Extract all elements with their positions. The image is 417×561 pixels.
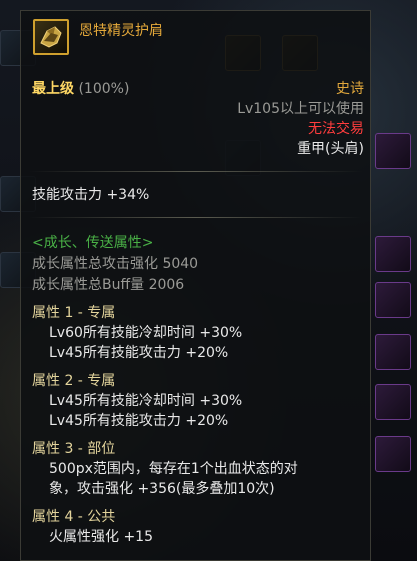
attr1-line1: Lv60所有技能冷却时间 +30% bbox=[49, 325, 243, 341]
inventory-slot[interactable] bbox=[375, 384, 411, 420]
grade-percent: (100%) bbox=[78, 81, 130, 97]
item-rarity: 史诗 bbox=[336, 81, 364, 97]
inventory-slot[interactable] bbox=[375, 133, 411, 169]
level-requirement: Lv105以上可以使用 bbox=[237, 101, 364, 117]
attr1-title: 属性 1 - 专属 bbox=[32, 305, 116, 321]
attr3-title: 属性 3 - 部位 bbox=[32, 441, 116, 457]
growth-title: <成长、传送属性> bbox=[32, 235, 154, 251]
attr1-line2: Lv45所有技能攻击力 +20% bbox=[49, 345, 229, 361]
inventory-slot[interactable] bbox=[375, 236, 411, 272]
growth-attack: 成长属性总攻击强化 5040 bbox=[32, 256, 199, 272]
inventory-slot[interactable] bbox=[375, 436, 411, 472]
inventory-slot[interactable] bbox=[375, 282, 411, 318]
attr3-line2: 象，攻击强化 +356(最多叠加10次) bbox=[49, 481, 275, 497]
attr2-line1: Lv45所有技能冷却时间 +30% bbox=[49, 393, 243, 409]
attr2-title: 属性 2 - 专属 bbox=[32, 373, 116, 389]
divider bbox=[29, 217, 362, 218]
item-tooltip: 恩特精灵护肩 最上级 (100%) 史诗 Lv105以上可以使用 无法交易 重甲… bbox=[20, 10, 371, 561]
attr3-line1: 500px范围内，每存在1个出血状态的对 bbox=[49, 461, 298, 477]
inventory-slot[interactable] bbox=[375, 334, 411, 370]
item-type: 重甲(头肩) bbox=[297, 141, 364, 157]
item-name: 恩特精灵护肩 bbox=[79, 23, 163, 39]
grade-label: 最上级 bbox=[32, 81, 74, 97]
attr4-title: 属性 4 - 公共 bbox=[32, 509, 116, 525]
growth-buff: 成长属性总Buff量 2006 bbox=[32, 277, 185, 293]
divider bbox=[29, 171, 362, 172]
item-grade: 最上级 (100%) bbox=[32, 79, 129, 99]
attr2-line2: Lv45所有技能攻击力 +20% bbox=[49, 413, 229, 429]
shoulder-armor-icon bbox=[33, 19, 69, 55]
attr4-line1: 火属性强化 +15 bbox=[49, 529, 153, 545]
skill-attack: 技能攻击力 +34% bbox=[32, 187, 150, 203]
trade-status: 无法交易 bbox=[308, 121, 364, 137]
